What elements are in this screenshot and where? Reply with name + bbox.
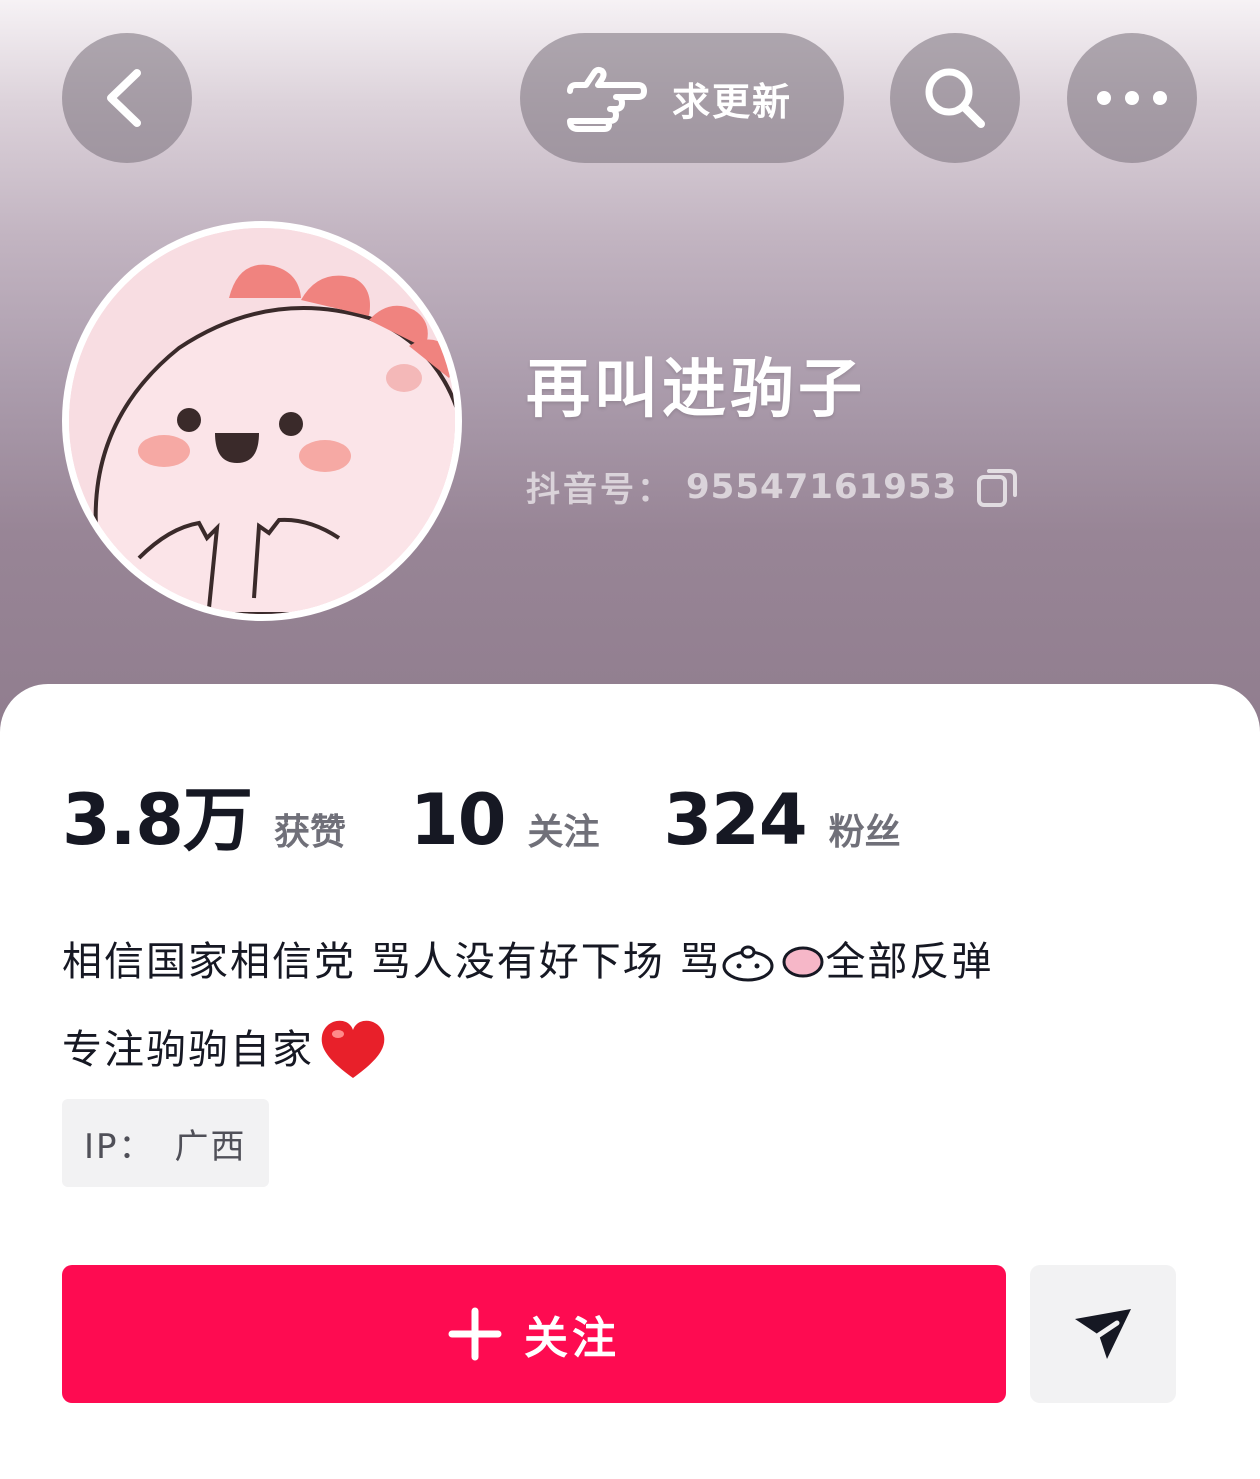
request-update-label: 求更新 [672, 79, 793, 124]
bio-line-2: 专注驹驹自家 [62, 1006, 1202, 1094]
nickname: 再叫进驹子 [526, 353, 866, 427]
ip-label: IP： [84, 1126, 155, 1167]
following-count[interactable]: 10 [410, 779, 506, 861]
avatar[interactable] [62, 221, 462, 621]
ip-value: 广西 [174, 1126, 247, 1167]
pointing-hand-icon [564, 63, 648, 133]
follow-button[interactable]: 关注 [62, 1265, 1006, 1403]
profile-header: 求更新 再叫进驹子 抖音号： 95547161953 [0, 0, 1260, 740]
douyin-id-label: 抖音号： [526, 470, 674, 510]
send-icon [1071, 1305, 1135, 1363]
profile-card: 3.8万 获赞 10 关注 324 粉丝 相信国家相信党 骂人没有好下场 骂 全… [0, 684, 1260, 1479]
douyin-id-row[interactable]: 抖音号： 95547161953 [526, 462, 1019, 511]
bio: 相信国家相信党 骂人没有好下场 骂 全部反弹 专注驹驹自家 [62, 918, 1202, 1094]
request-update-button[interactable]: 求更新 [520, 33, 844, 163]
avatar-image [69, 228, 455, 614]
following-label[interactable]: 关注 [527, 803, 599, 855]
bio-line-1-tail: 全部反弹 [825, 939, 994, 985]
bio-line-1-text: 相信国家相信党 骂人没有好下场 骂 [62, 939, 722, 985]
more-button[interactable] [1067, 33, 1197, 163]
douyin-id-value: 95547161953 [686, 466, 958, 507]
profile-page: 求更新 再叫进驹子 抖音号： 95547161953 3.8万 获赞 10 关注… [0, 0, 1260, 1479]
stats-row: 3.8万 获赞 10 关注 324 粉丝 [62, 764, 901, 865]
followers-count[interactable]: 324 [663, 779, 807, 861]
bio-line-1: 相信国家相信党 骂人没有好下场 骂 全部反弹 [62, 918, 1202, 1006]
bio-line-2-text: 专注驹驹自家 [62, 1027, 314, 1073]
search-icon [919, 62, 991, 134]
pink-heart-emoji-icon [781, 944, 825, 980]
send-message-button[interactable] [1030, 1265, 1176, 1403]
likes-label: 获赞 [274, 812, 347, 853]
chevron-left-icon [97, 63, 157, 133]
plus-icon [448, 1307, 502, 1361]
search-button[interactable] [890, 33, 1020, 163]
followers-label[interactable]: 粉丝 [829, 803, 901, 855]
red-heart-icon [318, 1018, 388, 1082]
follow-label: 关注 [524, 1313, 620, 1364]
ip-location-tag: IP： 广西 [62, 1099, 269, 1187]
face-emoji-icon [721, 942, 775, 982]
back-button[interactable] [62, 33, 192, 163]
copy-icon[interactable] [975, 465, 1019, 509]
more-dots-icon [1094, 88, 1170, 108]
likes-count: 3.8万 [62, 779, 253, 861]
